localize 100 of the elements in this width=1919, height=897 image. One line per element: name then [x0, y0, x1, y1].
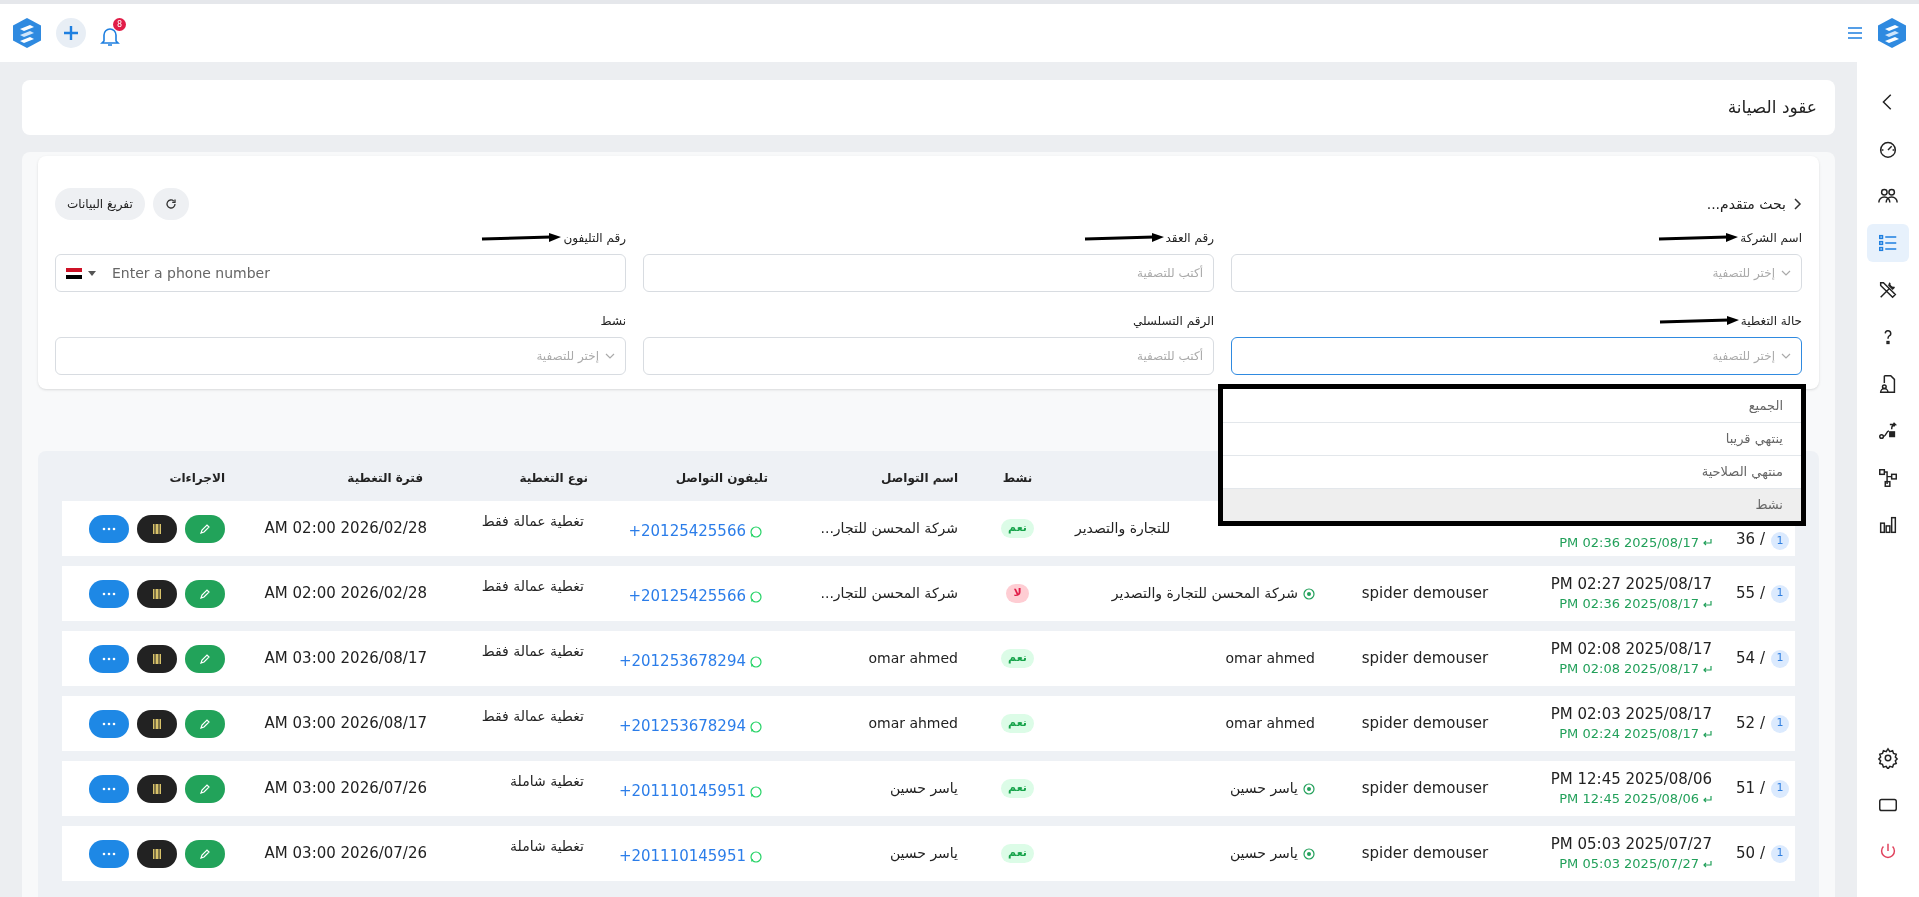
phone-link[interactable]: +201110145951	[618, 845, 746, 868]
edit-button[interactable]	[185, 774, 225, 803]
edit-button[interactable]	[185, 709, 225, 738]
more-icon	[102, 786, 116, 791]
chevron-down-icon	[1781, 353, 1791, 359]
phone-link[interactable]: +201253678294	[618, 715, 746, 738]
book-icon	[152, 717, 162, 730]
column-header: اسم التواصل	[881, 471, 958, 485]
add-button[interactable]	[56, 18, 86, 48]
coverage-type: تغطية عمالة فقط	[481, 707, 584, 726]
count-badge: 1	[1771, 714, 1789, 733]
coverage-type: تغطية شاملة	[510, 837, 584, 856]
dropdown-option[interactable]: نشط	[1223, 488, 1801, 521]
status-badge: نعم	[1001, 714, 1034, 733]
notification-badge: 8	[113, 18, 126, 31]
updated-date: PM 02:08 2025/08/17	[1559, 659, 1699, 678]
status-badge: نعم	[1001, 779, 1034, 798]
phone-link[interactable]: +201110145951	[618, 780, 746, 803]
menu-icon[interactable]	[1847, 26, 1863, 40]
book-button[interactable]	[137, 839, 177, 868]
placeholder-text: أكتب للتصفية	[1136, 347, 1203, 365]
edit-button[interactable]	[185, 579, 225, 608]
member-name: spider demouser	[1361, 648, 1489, 670]
return-icon	[1702, 859, 1712, 868]
book-button[interactable]	[137, 579, 177, 608]
book-button[interactable]	[137, 774, 177, 803]
more-icon	[102, 656, 116, 661]
more-icon	[102, 591, 116, 596]
status-badge: لا	[1006, 584, 1029, 603]
return-icon	[1702, 794, 1712, 803]
advanced-search-title[interactable]: بحث متقدم...	[1706, 193, 1786, 215]
updated-date: PM 02:36 2025/08/17	[1559, 533, 1699, 552]
refresh-button[interactable]	[152, 188, 189, 220]
coverage-period: AM 03:00 2026/07/26	[264, 843, 427, 865]
more-icon	[102, 851, 116, 856]
more-button[interactable]	[89, 774, 129, 803]
book-icon	[152, 847, 162, 860]
placeholder-text: أكتب للتصفية	[1136, 264, 1203, 282]
coverage-period: AM 02:00 2026/02/28	[264, 518, 427, 540]
pencil-icon	[199, 717, 211, 730]
more-button[interactable]	[89, 644, 129, 673]
phone-field[interactable]: Enter a phone number	[55, 254, 626, 292]
list-icon[interactable]	[1867, 223, 1909, 262]
edit-button[interactable]	[185, 644, 225, 673]
more-button[interactable]	[89, 839, 129, 868]
book-button[interactable]	[137, 709, 177, 738]
bell-icon[interactable]	[100, 26, 120, 48]
more-button[interactable]	[89, 514, 129, 543]
row-number: 52 /	[1736, 713, 1765, 735]
more-button[interactable]	[89, 709, 129, 738]
clear-data-button[interactable]: تفريغ البيانات	[55, 188, 145, 220]
field-label: اسم الشركة	[1740, 230, 1802, 247]
phone-link[interactable]: +201253678294	[618, 650, 746, 673]
placeholder-text: إختر للتصفية	[536, 348, 599, 365]
placeholder-text: إختر للتصفية	[1712, 265, 1775, 282]
logo-icon[interactable]	[1877, 17, 1907, 49]
count-badge: 1	[1771, 532, 1789, 550]
logo-icon[interactable]	[12, 17, 42, 49]
client-name: ياسر حسين	[1229, 844, 1298, 864]
caret-icon[interactable]	[88, 270, 96, 276]
book-icon	[152, 782, 162, 795]
contact-name: ياسر حسين	[889, 844, 958, 864]
row-number: 51 /	[1736, 778, 1765, 800]
client-name: omar ahmed	[1225, 714, 1315, 733]
phone-link[interactable]: +20125425566	[628, 520, 746, 543]
count-badge: 1	[1771, 844, 1789, 863]
book-icon	[152, 522, 162, 535]
updated-date: PM 12:45 2025/08/06	[1559, 789, 1699, 808]
settings-icon[interactable]	[1877, 746, 1899, 769]
contact-name: شركة المحسن للتجار...	[820, 584, 958, 604]
chevron-down-icon	[605, 353, 615, 359]
book-button[interactable]	[137, 644, 177, 673]
placeholder-text: إختر للتصفية	[1712, 348, 1775, 365]
more-icon	[102, 721, 116, 726]
member-name: spider demouser	[1361, 843, 1489, 865]
chevron-icon[interactable]	[1792, 197, 1802, 211]
pencil-icon	[199, 847, 211, 860]
flag-icon[interactable]	[66, 267, 82, 279]
edit-button[interactable]	[185, 839, 225, 868]
field-label: حالة التغطية	[1740, 313, 1802, 330]
return-icon	[1702, 538, 1712, 547]
contact-name: شركة المحسن للتجار...	[820, 519, 958, 539]
coverage-type: تغطية عمالة فقط	[481, 512, 584, 531]
book-icon	[152, 587, 162, 600]
client-name: للتجارة والتصدير	[1075, 519, 1171, 539]
contact-name: omar ahmed	[868, 649, 958, 668]
edit-button[interactable]	[185, 514, 225, 543]
field-label: رقم العقد	[1165, 230, 1214, 247]
placeholder-text: Enter a phone number	[112, 263, 270, 283]
member-name: spider demouser	[1361, 713, 1489, 735]
more-button[interactable]	[89, 579, 129, 608]
book-button[interactable]	[137, 514, 177, 543]
field-label: رقم التليفون	[563, 230, 626, 247]
refresh-icon	[164, 198, 177, 210]
return-icon	[1702, 664, 1712, 673]
row-number: 54 /	[1736, 648, 1765, 670]
phone-link[interactable]: +20125425566	[628, 585, 746, 608]
pencil-icon	[199, 652, 211, 665]
status-badge: نعم	[1001, 649, 1034, 668]
field-label: نشط	[600, 313, 626, 330]
